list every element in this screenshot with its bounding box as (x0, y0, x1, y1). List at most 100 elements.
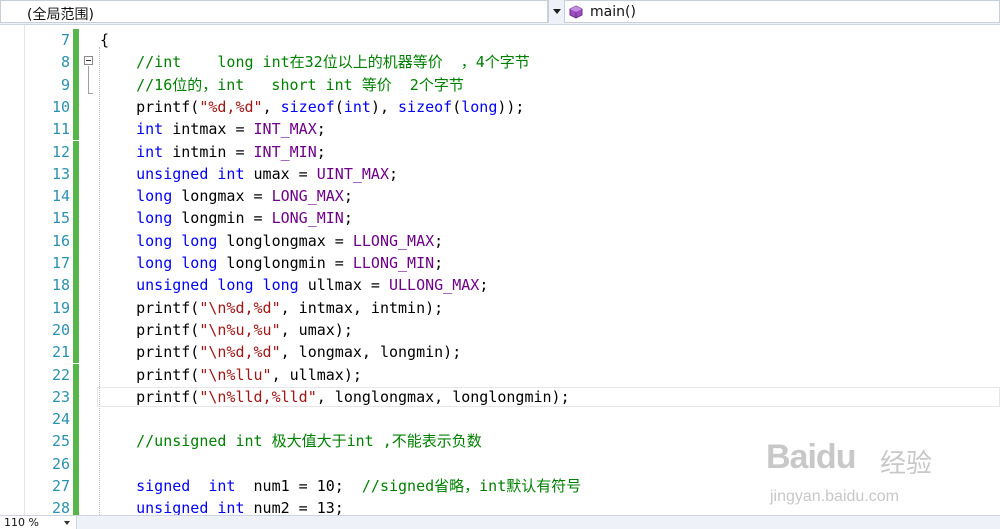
code-token: num1 = 10; (235, 477, 362, 495)
indicator-margin[interactable] (0, 25, 25, 515)
code-line[interactable]: long longmax = LONG_MAX; (100, 185, 353, 207)
change-indicator (73, 51, 79, 74)
collapse-icon[interactable] (84, 56, 93, 65)
fold-guide-end (88, 93, 93, 94)
code-token: , intmax, intmin); (280, 298, 444, 317)
code-token: //int long int在32位以上的机器等价 ，4个字节 (100, 53, 530, 72)
code-line[interactable]: //16位的，int short int 等价 2个字节 (100, 74, 464, 96)
member-dropdown[interactable]: main() (564, 0, 1000, 23)
code-token: intmin = (163, 142, 254, 161)
code-token: ; (316, 142, 326, 161)
change-indicator (73, 140, 79, 163)
code-token: long (136, 187, 173, 206)
code-token: ), (370, 97, 399, 116)
change-indicator (73, 452, 79, 475)
code-line[interactable]: //int long int在32位以上的机器等价 ，4个字节 (100, 51, 530, 73)
chevron-down-icon (553, 9, 561, 14)
code-line[interactable]: int intmin = INT_MIN; (100, 141, 326, 163)
code-line[interactable]: long long longlongmax = LLONG_MAX; (100, 230, 443, 252)
code-token: ullmax = (298, 276, 389, 295)
chevron-down-icon (64, 521, 70, 525)
code-line[interactable]: int intmax = INT_MAX; (100, 118, 326, 140)
line-number: 15 (51, 209, 70, 228)
change-indicator (73, 408, 79, 431)
code-token: "\n%lld,%lld" (199, 387, 317, 406)
zoom-selector[interactable]: 110 % (0, 516, 77, 529)
code-line[interactable]: printf("\n%u,%u", umax); (100, 319, 353, 341)
change-indicator (73, 341, 79, 364)
code-line[interactable]: //unsigned int 极大值大于int ,不能表示负数 (100, 430, 482, 452)
code-line[interactable]: printf("\n%d,%d", intmax, intmin); (100, 297, 443, 319)
code-token: int (217, 499, 245, 515)
code-token: )); (497, 97, 525, 116)
code-token: int (343, 97, 371, 116)
line-number: 11 (51, 120, 70, 139)
member-label: main() (590, 4, 636, 20)
code-line[interactable]: printf("\n%d,%d", longmax, longmin); (100, 341, 461, 363)
code-token: , (262, 97, 281, 116)
code-token: printf( (100, 97, 200, 116)
code-token: longmax = (172, 187, 272, 206)
line-number: 27 (51, 477, 70, 495)
code-token: "\n%llu" (199, 365, 272, 384)
line-number: 17 (51, 254, 70, 272)
scope-label: (全局范围) (27, 7, 94, 23)
code-token: , longmax, longmin); (280, 343, 462, 362)
change-indicator (73, 118, 79, 141)
code-token: unsigned int (136, 164, 245, 183)
code-line[interactable]: unsigned int num2 = 13; (100, 497, 344, 515)
code-line[interactable]: unsigned long long ullmax = ULLONG_MAX; (100, 274, 488, 296)
change-indicator (73, 162, 79, 186)
line-number: 19 (51, 298, 70, 317)
code-token: { (100, 31, 110, 49)
change-indicator (73, 475, 79, 498)
code-token: ( (334, 97, 344, 116)
code-line[interactable]: unsigned int umax = UINT_MAX; (100, 163, 398, 185)
scope-dropdown[interactable]: (全局范围) (0, 0, 548, 23)
change-indicator (73, 29, 79, 52)
scope-dropdown-button[interactable] (548, 0, 564, 23)
code-token: "\n%d,%d" (199, 298, 281, 317)
code-token: INT_MIN (253, 142, 317, 161)
change-indicator (73, 385, 79, 409)
change-indicator (73, 430, 79, 453)
change-indicator (73, 497, 79, 515)
code-line[interactable]: printf("\n%lld,%lld", longlongmax, longl… (100, 386, 570, 408)
code-line[interactable]: printf("%d,%d", sizeof(int), sizeof(long… (100, 96, 524, 118)
code-token: ; (316, 120, 326, 139)
code-line[interactable]: long long longlongmin = LLONG_MIN; (100, 252, 443, 274)
code-line[interactable]: long longmin = LONG_MIN; (100, 207, 353, 229)
code-token: "\n%u,%u" (199, 320, 281, 339)
change-indicator (73, 274, 79, 297)
line-number: 16 (51, 231, 70, 250)
code-token: num2 = 13; (244, 499, 344, 515)
code-token: printf( (100, 320, 200, 339)
code-token: ; (389, 164, 399, 183)
line-number: 18 (51, 276, 70, 295)
code-token: longmin = (172, 209, 272, 228)
zoom-level: 110 % (4, 516, 39, 529)
code-token: ( (452, 97, 462, 116)
code-token: printf( (100, 343, 200, 362)
code-token: ULLONG_MAX (389, 276, 480, 295)
code-token: ; (434, 254, 444, 272)
line-number: 13 (51, 164, 70, 183)
line-number: 7 (60, 31, 70, 49)
code-token: LLONG_MAX (352, 231, 435, 250)
code-token: long long (136, 231, 218, 250)
code-line[interactable]: { (100, 29, 109, 51)
code-token: , longlongmax, longlongmin); (316, 387, 570, 406)
line-number: 9 (60, 75, 70, 94)
navigation-bar: (全局范围) main() (0, 0, 1000, 25)
code-line[interactable]: signed int num1 = 10; //signed省略，int默认有符… (100, 475, 581, 497)
code-token: ; (343, 187, 353, 206)
change-indicator (73, 318, 79, 342)
code-line[interactable]: printf("\n%llu", ullmax); (100, 364, 362, 386)
